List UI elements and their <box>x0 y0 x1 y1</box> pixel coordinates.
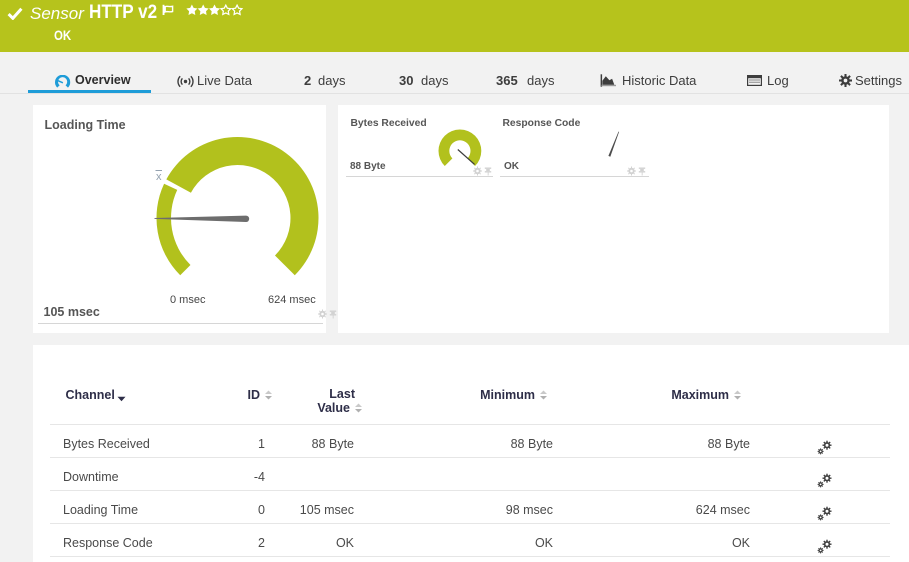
svg-text:x: x <box>156 171 162 183</box>
